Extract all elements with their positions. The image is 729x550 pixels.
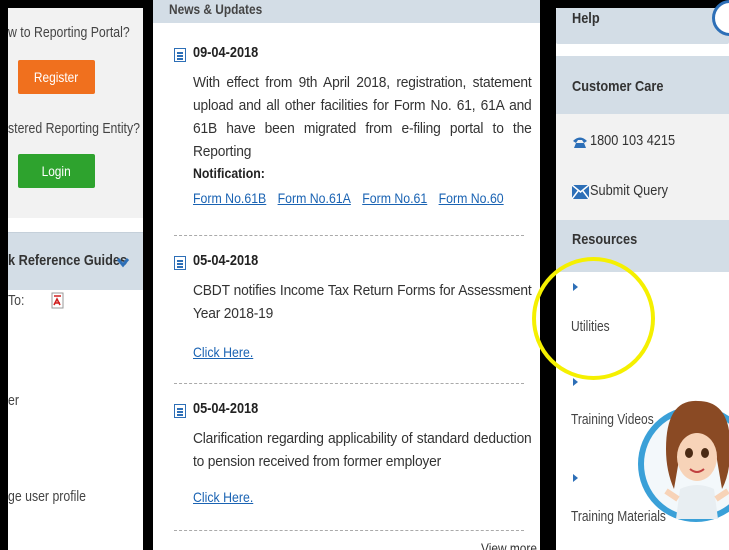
submit-query-link[interactable]: Submit Query xyxy=(590,182,668,199)
chevron-down-icon[interactable] xyxy=(116,255,130,269)
guide-item-to: To: xyxy=(8,292,25,309)
form-60-link[interactable]: Form No.60 xyxy=(439,190,504,206)
click-here-link-wrap: Click Here. xyxy=(193,344,261,360)
register-button[interactable]: Register xyxy=(18,60,95,94)
guide-item-profile[interactable]: ge user profile xyxy=(8,488,86,505)
assistant-avatar-icon[interactable] xyxy=(636,379,729,549)
document-icon xyxy=(174,404,186,418)
document-icon xyxy=(174,48,186,62)
divider xyxy=(174,235,524,236)
left-sidebar: w to Reporting Portal? Register stered R… xyxy=(8,8,143,550)
document-icon xyxy=(174,256,186,270)
click-here-link-wrap: Click Here. xyxy=(193,489,261,505)
phone-number[interactable]: 1800 103 4215 xyxy=(590,132,675,149)
news-item: 09-04-2018 With effect from 9th April 20… xyxy=(174,44,539,214)
news-item: 05-04-2018 CBDT notifies Income Tax Retu… xyxy=(174,252,539,362)
form-61a-link[interactable]: Form No.61A xyxy=(278,190,351,206)
phone-icon xyxy=(573,137,587,148)
customer-care-title: Customer Care xyxy=(572,78,664,95)
customer-care-box: Customer Care 1800 103 4215 Submit Query xyxy=(556,56,729,226)
news-date: 05-04-2018 xyxy=(193,252,259,269)
news-date: 05-04-2018 xyxy=(193,400,259,417)
mail-icon xyxy=(572,185,589,199)
quick-reference-header[interactable]: k Reference Guides xyxy=(8,232,143,290)
form-61-link[interactable]: Form No.61 xyxy=(362,190,427,206)
highlight-circle xyxy=(532,257,655,380)
news-item: 05-04-2018 Clarification regarding appli… xyxy=(174,400,539,510)
divider xyxy=(174,383,524,384)
help-label: Help xyxy=(572,10,600,27)
click-here-link[interactable]: Click Here. xyxy=(193,489,253,505)
news-panel: News & Updates 09-04-2018 With effect fr… xyxy=(153,0,540,550)
click-here-link[interactable]: Click Here. xyxy=(193,344,253,360)
news-title: News & Updates xyxy=(169,1,263,17)
news-text: With effect from 9th April 2018, registr… xyxy=(193,74,532,160)
form-61b-link[interactable]: Form No.61B xyxy=(193,190,266,206)
login-button[interactable]: Login xyxy=(18,154,95,188)
resources-title: Resources xyxy=(572,231,638,248)
news-text: CBDT notifies Income Tax Return Forms fo… xyxy=(193,282,532,322)
view-more-link[interactable]: View more xyxy=(481,540,537,550)
register-question: w to Reporting Portal? xyxy=(8,24,130,41)
quick-reference-title: k Reference Guides xyxy=(8,252,128,269)
customer-care-header: Customer Care xyxy=(556,56,729,114)
help-bar[interactable]: Help xyxy=(556,8,729,44)
guide-item-er[interactable]: er xyxy=(8,392,19,409)
news-text: Clarification regarding applicability of… xyxy=(193,430,532,470)
screenshot-stage: w to Reporting Portal? Register stered R… xyxy=(0,0,729,550)
form-links: Form No.61B Form No.61A Form No.61 Form … xyxy=(193,190,512,206)
login-question: stered Reporting Entity? xyxy=(8,120,140,137)
news-date: 09-04-2018 xyxy=(193,44,259,61)
caret-right-icon xyxy=(573,474,578,482)
caret-right-icon xyxy=(573,378,578,386)
pdf-icon[interactable] xyxy=(51,292,64,309)
notification-label: Notification: xyxy=(193,165,265,181)
divider xyxy=(174,530,524,531)
news-header: News & Updates xyxy=(153,0,540,23)
registration-box: w to Reporting Portal? Register stered R… xyxy=(8,8,143,218)
